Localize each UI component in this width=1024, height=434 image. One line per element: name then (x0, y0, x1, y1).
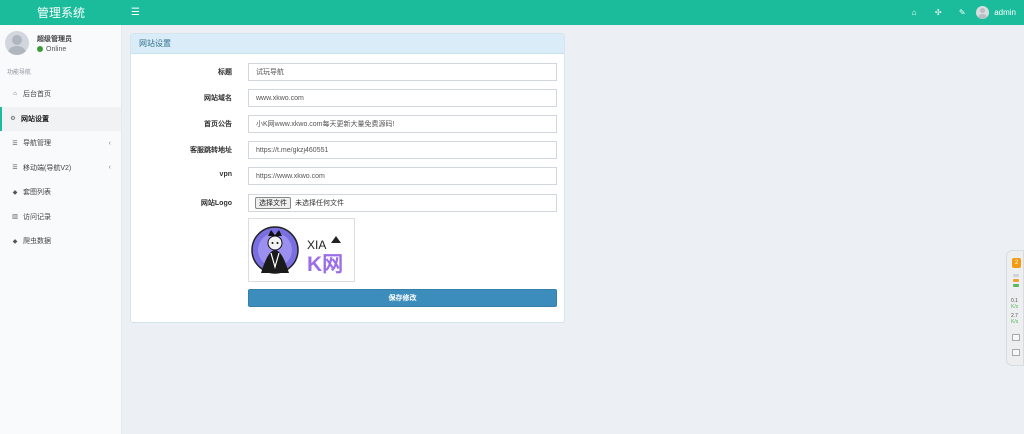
sidebar-item-access-log[interactable]: ▥ 访问记录 (0, 205, 121, 230)
status-bar-icon (1013, 284, 1019, 287)
support-url-label: 客服跳转地址 (190, 147, 232, 154)
domain-label: 网站域名 (204, 95, 232, 102)
home-icon: ⌂ (13, 91, 17, 98)
title-input[interactable] (248, 63, 557, 81)
save-button[interactable]: 保存修改 (248, 289, 557, 307)
online-status: Online (37, 46, 72, 53)
gears-icon: ⚙ (10, 116, 16, 123)
vpn-label: vpn (219, 171, 232, 178)
title-label: 标题 (218, 69, 232, 76)
logo-file-input[interactable]: 选择文件 未选择任何文件 (248, 194, 557, 212)
form-row-support: 客服跳转地址 (131, 141, 566, 159)
vpn-input[interactable] (248, 167, 557, 185)
sidebar-user-name: 超级管理员 (37, 35, 72, 43)
sidebar-item-label: 后台首页 (23, 91, 51, 99)
sidebar-item-nav-management[interactable]: ☰ 导航管理 ‹ (0, 131, 121, 156)
user-menu[interactable]: admin (976, 6, 1016, 19)
home-icon[interactable]: ⌂ (902, 8, 926, 17)
domain-input[interactable] (248, 89, 557, 107)
logo-label: 网站Logo (200, 200, 232, 207)
chevron-left-icon: ‹ (108, 164, 111, 172)
notification-badge[interactable]: 2 (1012, 258, 1021, 268)
form-row-domain: 网站域名 (131, 89, 566, 107)
form-row-vpn: vpn (131, 167, 566, 185)
sidebar-item-gallery[interactable]: ◆ 套图列表 (0, 180, 121, 205)
sidebar-item-label: 访问记录 (23, 213, 51, 221)
avatar (976, 6, 990, 19)
no-file-text: 未选择任何文件 (295, 200, 344, 207)
navbar-right: ⌂ ✣ ✎ admin (902, 0, 1024, 25)
screenshot-icon[interactable] (1012, 334, 1020, 341)
tags-icon: ◆ (12, 189, 18, 196)
wrench-icon[interactable]: ✎ (950, 8, 974, 17)
form-row-notice: 首页公告 (131, 115, 566, 133)
speed-unit: K/s (1011, 319, 1019, 325)
support-url-input[interactable] (248, 141, 557, 159)
sidebar-item-label: 爬虫数据 (23, 238, 51, 246)
sidebar-item-label: 网站设置 (21, 115, 49, 123)
logo-text-top: XIA (307, 238, 326, 252)
database-icon: ☰ (12, 165, 18, 172)
form-row-title: 标题 (131, 63, 566, 81)
clipboard-icon[interactable] (1012, 349, 1020, 356)
status-bar-icon (1013, 274, 1019, 277)
chevron-left-icon: ‹ (108, 139, 111, 147)
avatar (5, 31, 29, 55)
sidebar-item-mobile-nav[interactable]: ☰ 移动端(导航V2) ‹ (0, 156, 121, 181)
sidebar-item-label: 导航管理 (23, 140, 51, 148)
tag-icon: ◆ (12, 238, 18, 245)
sidebar-item-label: 移动端(导航V2) (23, 164, 72, 172)
floating-toolbar[interactable]: 2 0.1 K/s 2.7 K/s (1006, 250, 1024, 366)
form-row-logo: 网站Logo 选择文件 未选择任何文件 (131, 194, 566, 212)
status-text: Online (46, 45, 67, 53)
database-icon: ☰ (12, 140, 18, 147)
sidebar-item-label: 套图列表 (23, 189, 51, 197)
user-name: admin (994, 8, 1016, 17)
app-logo-title[interactable]: 管理系统 (0, 0, 122, 25)
status-dot-icon (37, 46, 43, 52)
site-logo-image: XIA K网 (251, 226, 343, 276)
settings-panel: 网站设置 标题 网站域名 首页公告 客服跳转地址 vpn 网站Logo 选择文件… (130, 33, 565, 323)
sidebar-item-dashboard[interactable]: ⌂ 后台首页 (0, 82, 121, 107)
choose-file-button[interactable]: 选择文件 (255, 197, 291, 209)
hamburger-icon[interactable]: ☰ (131, 7, 140, 18)
sidebar: 超级管理员 Online 功能导航 ⌂ 后台首页 ⚙ 网站设置 ☰ 导航管理 ‹… (0, 25, 122, 434)
notice-label: 首页公告 (204, 121, 232, 128)
sidebar-item-site-settings[interactable]: ⚙ 网站设置 (0, 106, 121, 131)
expand-icon[interactable]: ✣ (926, 8, 950, 17)
top-navbar: 管理系统 ☰ ⌂ ✣ ✎ admin (0, 0, 1024, 25)
notice-input[interactable] (248, 115, 557, 133)
bar-chart-icon: ▥ (12, 214, 18, 221)
sidebar-item-crawler[interactable]: ◆ 爬虫数据 (0, 229, 121, 254)
panel-title: 网站设置 (131, 34, 564, 54)
nav-header: 功能导航 (7, 70, 32, 76)
logo-text-bottom: K网 (307, 253, 343, 276)
user-panel: 超级管理员 Online (0, 25, 121, 61)
speed-unit: K/s (1011, 304, 1019, 310)
status-bar-icon (1013, 279, 1019, 282)
logo-preview-image: XIA K网 (248, 218, 355, 282)
